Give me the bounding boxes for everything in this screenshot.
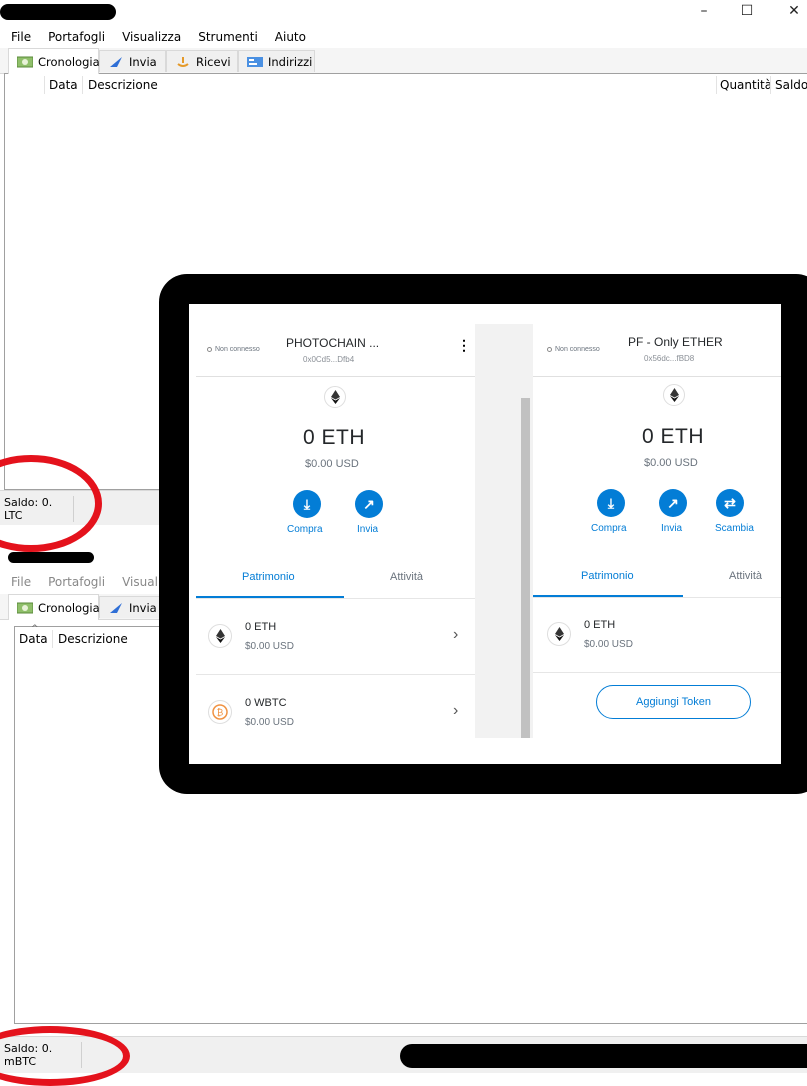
- ethereum-icon: [547, 622, 571, 646]
- tab-send-label: Invia: [129, 54, 157, 69]
- asset-amount[interactable]: 0 WBTC: [245, 697, 287, 709]
- send-label: Invia: [661, 523, 683, 534]
- menu-bar: File Portafogli Visualizza Strumenti Aiu…: [0, 30, 312, 44]
- bitcoin-icon: ₿: [208, 700, 232, 724]
- redacted-window-title: [0, 4, 116, 20]
- asset-amount[interactable]: 0 ETH: [245, 621, 276, 633]
- send-icon: [108, 602, 124, 614]
- menu-wallets[interactable]: Portafogli: [37, 30, 111, 44]
- tab-send[interactable]: Invia: [99, 596, 166, 618]
- connection-status-label: Non connesso: [555, 346, 600, 353]
- chevron-right-icon[interactable]: ›: [453, 702, 458, 720]
- ethereum-icon: [208, 624, 232, 648]
- column-header-description[interactable]: Descrizione: [58, 632, 128, 646]
- column-separator: [52, 630, 53, 648]
- send-button[interactable]: ↗: [355, 490, 383, 518]
- menu-file[interactable]: File: [0, 30, 37, 44]
- menu-file[interactable]: File: [0, 575, 37, 589]
- history-icon: [16, 602, 34, 614]
- tab-send-label: Invia: [129, 600, 157, 615]
- balance-usd: $0.00 USD: [644, 457, 698, 469]
- tab-addresses[interactable]: Indirizzi: [238, 50, 315, 72]
- account-address[interactable]: 0x0Cd5...Dfb4: [303, 355, 354, 364]
- tab-receive[interactable]: Ricevi: [166, 50, 238, 72]
- asset-usd: $0.00 USD: [245, 641, 294, 652]
- menu-help[interactable]: Aiuto: [264, 30, 312, 44]
- redacted-window-title: [8, 552, 94, 563]
- tab-history[interactable]: Cronologia: [8, 594, 100, 620]
- ethereum-icon: [324, 386, 346, 408]
- minimize-button[interactable]: –: [684, 0, 724, 22]
- account-name[interactable]: PHOTOCHAIN ...: [286, 336, 379, 350]
- send-icon: [108, 56, 124, 68]
- asset-usd: $0.00 USD: [245, 717, 294, 728]
- scrollbar-thumb[interactable]: [521, 398, 530, 738]
- tab-activity[interactable]: Attività: [390, 571, 423, 583]
- buy-label: Compra: [287, 524, 323, 535]
- status-dot-icon: [207, 347, 212, 352]
- maximize-button[interactable]: ☐: [727, 0, 767, 22]
- send-label: Invia: [357, 524, 379, 535]
- column-separator: [716, 76, 717, 94]
- tab-history-label: Cronologia: [38, 600, 100, 615]
- tab-assets[interactable]: Patrimonio: [581, 570, 634, 582]
- column-header-balance[interactable]: Saldo: [775, 78, 807, 92]
- account-name[interactable]: PF - Only ETHER: [628, 335, 723, 349]
- menu-view[interactable]: Visualizza: [111, 30, 187, 44]
- highlight-circle: [0, 1026, 130, 1086]
- column-separator: [770, 76, 771, 94]
- tab-send[interactable]: Invia: [99, 50, 166, 72]
- asset-amount[interactable]: 0 ETH: [584, 619, 615, 631]
- column-header-date[interactable]: Data: [49, 78, 78, 92]
- connection-status: Non connesso: [207, 346, 260, 353]
- account-menu-icon[interactable]: ⋮: [457, 338, 471, 352]
- send-button[interactable]: ↗: [659, 489, 687, 517]
- balance-usd: $0.00 USD: [305, 458, 359, 470]
- buy-button[interactable]: ⤓: [293, 490, 321, 518]
- close-button[interactable]: ✕: [774, 0, 807, 22]
- address-book-icon: [247, 56, 263, 68]
- ethereum-icon: [663, 384, 685, 406]
- tab-history-label: Cronologia: [38, 54, 100, 69]
- buy-label: Compra: [591, 523, 627, 534]
- tab-activity[interactable]: Attività: [729, 570, 762, 582]
- history-icon: [16, 56, 34, 68]
- divider: [533, 597, 781, 598]
- menu-tools[interactable]: Strumenti: [187, 30, 264, 44]
- receive-icon: [175, 56, 191, 68]
- balance-amount: 0 ETH: [303, 426, 366, 449]
- column-separator: [44, 76, 45, 94]
- redacted-status-info: [400, 1044, 807, 1068]
- column-header-date[interactable]: Data: [19, 632, 48, 646]
- metamask-wallet-right: Non connesso PF - Only ETHER 0x56dc...fB…: [533, 304, 781, 764]
- tab-addresses-label: Indirizzi: [268, 54, 313, 69]
- tab-receive-label: Ricevi: [196, 54, 231, 69]
- add-token-button[interactable]: Aggiungi Token: [596, 685, 751, 719]
- tab-history[interactable]: Cronologia: [8, 48, 100, 74]
- menu-wallets[interactable]: Portafogli: [37, 575, 111, 589]
- swap-button[interactable]: ⇄: [716, 489, 744, 517]
- swap-label: Scambia: [715, 523, 754, 534]
- metamask-wallet-left: Non connesso PHOTOCHAIN ... 0x0Cd5...Dfb…: [196, 304, 475, 764]
- divider: [196, 674, 475, 675]
- balance-amount: 0 ETH: [642, 425, 705, 448]
- divider: [196, 598, 475, 599]
- column-header-amount[interactable]: Quantità: [720, 78, 772, 92]
- svg-text:₿: ₿: [217, 708, 224, 719]
- column-header-description[interactable]: Descrizione: [88, 78, 158, 92]
- column-separator: [82, 76, 83, 94]
- divider: [533, 672, 781, 673]
- chevron-right-icon[interactable]: ›: [453, 626, 458, 644]
- asset-usd: $0.00 USD: [584, 639, 633, 650]
- account-address[interactable]: 0x56dc...fBD8: [644, 354, 694, 363]
- status-dot-icon: [547, 347, 552, 352]
- connection-status: Non connesso: [547, 346, 600, 353]
- connection-status-label: Non connesso: [215, 346, 260, 353]
- buy-button[interactable]: ⤓: [597, 489, 625, 517]
- tab-assets[interactable]: Patrimonio: [242, 571, 295, 583]
- metamask-screenshot: Non connesso PHOTOCHAIN ... 0x0Cd5...Dfb…: [189, 304, 781, 764]
